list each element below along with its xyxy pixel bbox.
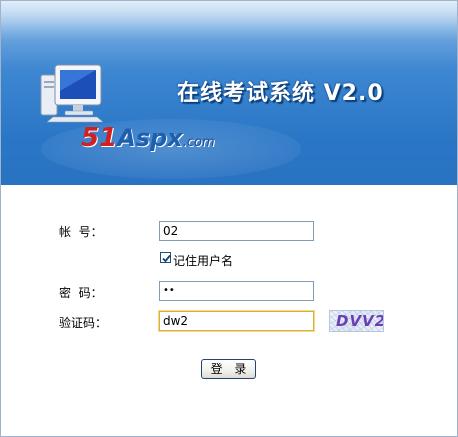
app-title: 在线考试系统 V2.0 [177,81,384,106]
account-input[interactable]: 02 [159,221,314,241]
captcha-image[interactable]: DVV2 [329,310,384,332]
password-input[interactable]: •• [159,281,314,301]
login-button[interactable]: 登 录 [201,359,256,379]
computer-monitor-icon [40,64,104,123]
header-shine [1,1,457,41]
brand-logo: 51Aspx.com [81,123,215,153]
login-window: 在线考试系统 V2.0 51Aspx.com 帐 号： 02 记住用户名 密 码… [0,0,458,437]
captcha-label: 验证码： [59,316,108,330]
captcha-input[interactable]: dw2 [159,311,314,331]
header-banner: 在线考试系统 V2.0 51Aspx.com [1,1,457,185]
account-label: 帐 号： [59,225,103,239]
captcha-code: DVV2 [336,312,384,330]
brand-logo-aspx: Aspx [117,124,183,152]
remember-username-checkbox[interactable] [160,252,171,263]
checkmark-icon [162,254,171,263]
brand-logo-com: .com [182,135,215,150]
password-label: 密 码： [59,286,103,300]
brand-logo-51: 51 [81,123,118,153]
remember-username-label[interactable]: 记住用户名 [173,252,233,269]
